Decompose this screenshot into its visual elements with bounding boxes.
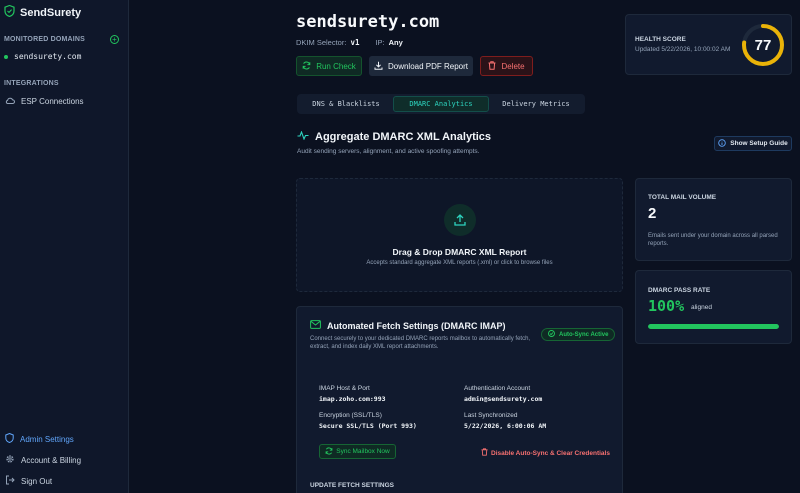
pass-rate-unit: aligned [691,304,712,311]
refresh-icon [325,446,333,457]
pass-rate-bar-fill [648,324,779,329]
imap-title-text: Automated Fetch Settings (DMARC IMAP) [327,320,506,331]
brand[interactable]: SendSurety [4,4,81,22]
total-volume-value: 2 [648,205,657,222]
dkim-meta: DKIM Selector: v1 IP: Any [296,38,403,47]
dkim-label: DKIM Selector: [296,38,347,47]
download-icon [374,61,383,72]
health-score-card: HEALTH SCORE Updated 5/22/2026, 10:00:02… [625,14,792,75]
shield-logo-icon [4,4,15,22]
dropzone-title: Drag & Drop DMARC XML Report [392,247,527,257]
sidebar-item-sign-out[interactable]: Sign Out [5,475,52,487]
shield-icon [5,432,14,445]
upload-icon [444,204,476,236]
encryption-label: Encryption (SSL/TLS) [319,412,382,419]
pass-rate-bar [648,324,779,329]
run-check-button[interactable]: Run Check [296,56,362,76]
sidebar-item-label: ESP Connections [21,97,84,106]
imap-settings-card: Automated Fetch Settings (DMARC IMAP) Co… [296,306,623,493]
xml-dropzone[interactable]: Drag & Drop DMARC XML Report Accepts sta… [296,178,623,292]
total-volume-card: TOTAL MAIL VOLUME 2 Emails sent under yo… [635,178,792,261]
imap-title: Automated Fetch Settings (DMARC IMAP) [310,320,506,331]
disable-auto-sync-button[interactable]: Disable Auto-Sync & Clear Credentials [481,448,610,458]
sidebar-item-label: Admin Settings [20,434,74,444]
health-score-label: HEALTH SCORE [635,36,686,43]
last-sync-label: Last Synchronized [464,412,518,419]
last-sync-value: 5/22/2026, 6:00:06 AM [464,422,547,430]
show-setup-guide-button[interactable]: Show Setup Guide [714,136,792,151]
trash-icon [488,60,496,72]
sync-mailbox-button[interactable]: Sync Mailbox Now [319,444,396,459]
monitored-domains-title: MONITORED DOMAINS [4,36,86,43]
health-updated: Updated 5/22/2026, 10:00:02 AM [635,46,731,53]
health-score-value: 77 [755,37,772,54]
disable-auto-sync-label: Disable Auto-Sync & Clear Credentials [491,449,610,457]
integrations-title: INTEGRATIONS [4,80,59,87]
pass-rate-value: 100% [648,297,685,315]
logout-icon [5,475,15,487]
dkim-value: v1 [350,38,360,47]
refresh-icon [302,61,311,72]
download-pdf-button[interactable]: Download PDF Report [369,56,473,76]
add-domain-button[interactable]: + [110,35,119,44]
check-circle-icon [548,330,555,339]
trash-icon [481,448,488,458]
section-title: Aggregate DMARC XML Analytics [315,131,492,143]
cloud-icon [5,96,15,107]
update-fetch-settings-title: UPDATE FETCH SETTINGS [310,482,395,489]
mail-icon [310,320,321,331]
auto-sync-label: Auto-Sync Active [559,331,609,338]
tab-delivery-metrics[interactable]: Delivery Metrics [489,96,583,112]
info-icon [718,138,727,149]
section-subtitle: Audit sending servers, alignment, and ac… [297,148,480,155]
auth-account-label: Authentication Account [464,385,531,392]
tab-dmarc-analytics[interactable]: DMARC Analytics [393,96,489,112]
auth-account-value: admin@sendsurety.com [464,395,543,403]
ip-value: Any [388,38,403,47]
encryption-value: Secure SSL/TLS (Port 993) [319,422,417,430]
tab-dns-blacklists[interactable]: DNS & Blacklists [299,96,393,112]
sync-mailbox-label: Sync Mailbox Now [336,448,390,455]
delete-label: Delete [501,61,525,71]
setup-guide-label: Show Setup Guide [730,140,788,147]
health-gauge: 77 [740,22,786,68]
sidebar-item-account-billing[interactable]: Account & Billing [5,454,81,466]
total-volume-label: TOTAL MAIL VOLUME [648,194,717,201]
dmarc-pass-rate-card: DMARC PASS RATE 100% aligned [635,270,792,344]
pass-rate-label: DMARC PASS RATE [648,287,711,294]
status-dot [4,54,8,59]
sidebar: SendSurety MONITORED DOMAINS + sendsuret… [0,0,129,493]
ip-label: IP: [375,38,385,47]
sidebar-domain-item[interactable]: sendsurety.com [4,52,81,61]
total-volume-description: Emails sent under your domain across all… [648,233,778,247]
auto-sync-badge: Auto-Sync Active [541,328,616,341]
sidebar-item-label: Sign Out [21,476,53,486]
gear-icon [5,454,15,466]
sidebar-item-esp-connections[interactable]: ESP Connections [5,96,84,107]
imap-host-value: imap.zoho.com:993 [319,395,386,403]
tab-bar: DNS & Blacklists DMARC Analytics Deliver… [297,94,585,114]
download-pdf-label: Download PDF Report [387,61,469,71]
imap-host-label: IMAP Host & Port [319,385,370,392]
delete-button[interactable]: Delete [480,56,533,76]
run-check-label: Run Check [316,61,356,71]
page-title: sendsurety.com [296,12,440,32]
dropzone-subtitle: Accepts standard aggregate XML reports (… [366,260,553,266]
brand-name: SendSurety [20,7,82,19]
imap-description: Connect securely to your dedicated DMARC… [310,336,531,350]
sidebar-item-label: Account & Billing [21,455,82,465]
sidebar-item-admin-settings[interactable]: Admin Settings [5,432,74,445]
activity-icon [297,130,309,143]
section-heading: Aggregate DMARC XML Analytics [297,130,492,143]
domain-label: sendsurety.com [14,52,82,61]
